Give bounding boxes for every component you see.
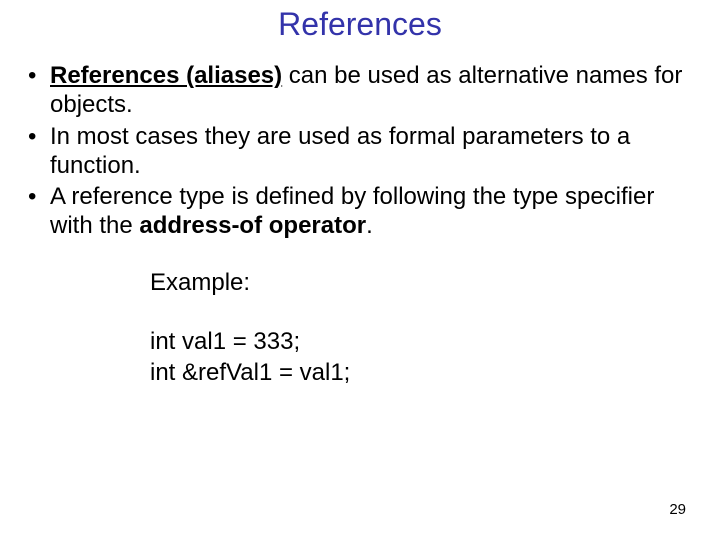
bullet-item: References (aliases) can be used as alte…	[28, 61, 692, 120]
example-block: Example: int val1 = 333; int &refVal1 = …	[0, 243, 720, 389]
bullet-item: In most cases they are used as formal pa…	[28, 122, 692, 181]
bullet-text: In most cases they are used as formal pa…	[50, 123, 630, 179]
spacer	[150, 298, 720, 326]
code-line: int val1 = 333;	[150, 326, 720, 357]
bullet-list: References (aliases) can be used as alte…	[0, 61, 720, 241]
bullet-strong: address-of operator	[139, 212, 366, 239]
page-number: 29	[669, 501, 686, 518]
slide-title: References	[0, 0, 720, 61]
example-label: Example:	[150, 267, 720, 298]
bullet-strong: References (aliases)	[50, 62, 282, 89]
code-line: int &refVal1 = val1;	[150, 357, 720, 388]
slide: References References (aliases) can be u…	[0, 0, 720, 540]
bullet-item: A reference type is defined by following…	[28, 182, 692, 241]
bullet-text: .	[366, 212, 373, 239]
